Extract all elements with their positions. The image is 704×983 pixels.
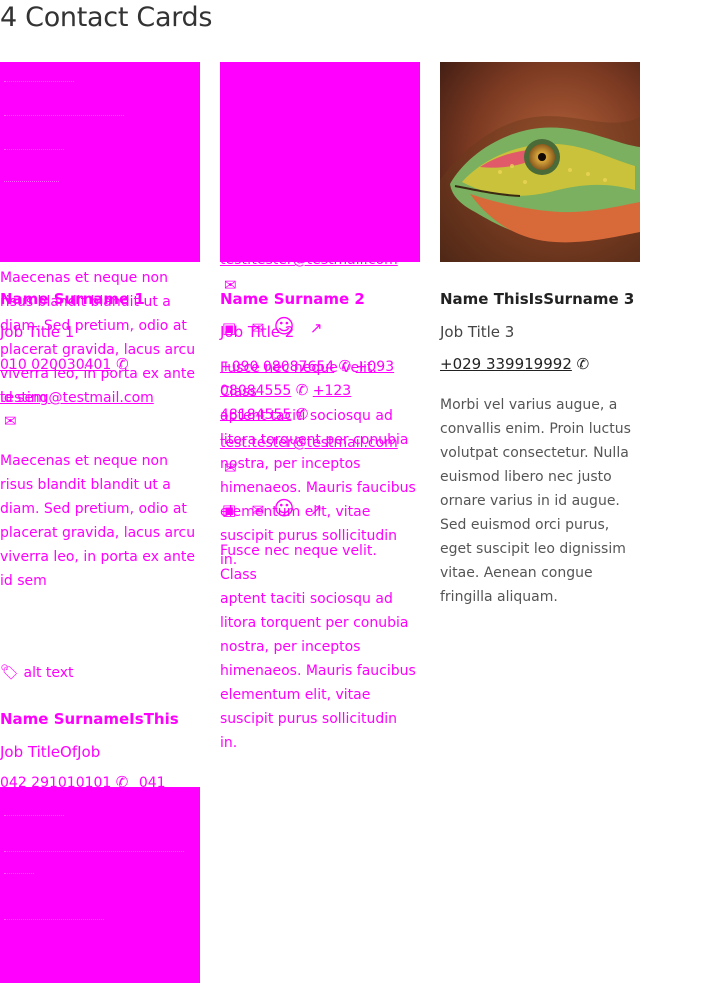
card-1-phone[interactable]: 010 020030401 ✆: [0, 355, 129, 374]
tag-icon: 🏷: [0, 663, 20, 681]
card-3-bio: Morbi vel varius augue, a convallis enim…: [440, 397, 631, 605]
card-3-job-title: Job Title 3: [440, 323, 515, 341]
card-1-ghost-text: [4, 70, 194, 250]
card-1-job-title: Job Title 1: [0, 323, 75, 341]
smiley-icon[interactable]: ☺: [274, 498, 295, 518]
phone-icon: ✆: [295, 381, 309, 399]
card-4-image-alt: alt text: [23, 665, 74, 681]
phone-icon: ✆: [338, 357, 352, 375]
card-3-phone-number[interactable]: +029 339919992: [440, 355, 572, 373]
card-2-job-title: Job Title 2: [220, 323, 295, 341]
card-2-bio: Fusce nec neque velit. Class aptent taci…: [220, 543, 416, 751]
chameleon-image: [440, 62, 640, 262]
card-4-name: Name SurnameIsThis: [0, 710, 179, 728]
card-1-phone-number[interactable]: 010 020030401: [0, 357, 111, 373]
card-2-email-top[interactable]: test.tester@testmail.com: [220, 252, 398, 268]
external-link-icon[interactable]: ↗: [310, 503, 323, 518]
page-title: 4 Contact Cards: [0, 2, 213, 33]
email-icon[interactable]: ✉: [224, 461, 237, 476]
card-2-action-row-2: ▣ ✉ ☺ ↗: [222, 498, 322, 520]
email-icon[interactable]: ✉: [252, 503, 265, 518]
card-2-image-placeholder: [220, 62, 420, 262]
chat-icon[interactable]: ▣: [222, 503, 236, 518]
phone-icon: ✆: [576, 355, 590, 373]
phone-icon: ✆: [295, 405, 309, 423]
card-1-email-link[interactable]: testing@testmail.com: [0, 390, 154, 406]
card-2-phones[interactable]: +090 08087654 ✆ +093 08084555 ✆ +123 481…: [220, 355, 418, 427]
email-icon[interactable]: ✉: [4, 414, 17, 429]
card-3-name: Name ThisIsSurname 3: [440, 290, 635, 308]
card-4-ghost-text: [4, 800, 194, 920]
card-2-phone-1[interactable]: +090 08087654: [220, 359, 334, 375]
external-link-icon[interactable]: ↗: [310, 321, 323, 336]
card-1-bio: Maecenas et neque non risus blandit blan…: [0, 453, 196, 589]
card-3-photo: [440, 62, 640, 262]
card-1-email[interactable]: testing@testmail.com: [0, 387, 154, 406]
card-4-broken-image: 🏷 alt text: [0, 663, 74, 682]
card-4-job-title: Job TitleOfJob: [0, 743, 101, 761]
phone-icon: ✆: [116, 355, 129, 373]
card-2-email[interactable]: test.tester@testmail.com: [220, 435, 398, 451]
card-2-name: Name Surname 2: [220, 290, 365, 308]
card-3-phone[interactable]: +029 339919992 ✆: [440, 355, 589, 373]
card-1-name: Name Surname 1: [0, 290, 145, 308]
